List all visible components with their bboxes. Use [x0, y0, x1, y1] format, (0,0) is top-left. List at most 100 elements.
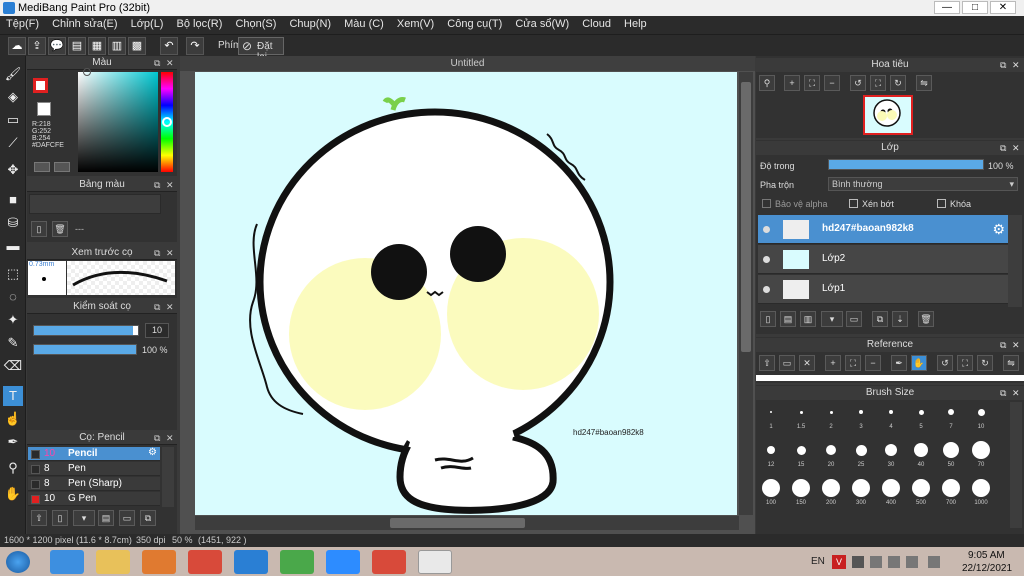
close-icon[interactable]: ✕ [1012, 338, 1020, 352]
move-tool-icon[interactable]: ✥ [3, 160, 23, 180]
popout-icon[interactable]: ⧉ [1000, 141, 1006, 155]
brush-size-scrollbar[interactable] [1010, 402, 1022, 528]
ref-zoom-out-icon[interactable]: − [865, 355, 881, 371]
popout-icon[interactable]: ⧉ [1000, 386, 1006, 400]
chrome-profile-icon[interactable] [372, 550, 406, 574]
brush-size-cell[interactable]: 500 [906, 478, 936, 514]
canvas-tab[interactable]: Untitled [180, 56, 755, 71]
layer-folder-icon[interactable]: ▭ [846, 311, 862, 327]
brush-size-value[interactable]: 10 [145, 323, 169, 338]
file-explorer-icon[interactable] [96, 550, 130, 574]
brush-copy-icon[interactable]: ⧉ [140, 510, 156, 526]
horizontal-scrollbar[interactable] [195, 516, 739, 530]
rotate-left-icon[interactable]: ↺ [850, 75, 866, 91]
bucket-tool-icon[interactable]: ⛁ [3, 213, 23, 233]
brush-opacity-slider[interactable] [33, 344, 137, 355]
reset-button[interactable]: ⊘ Đặt lại [238, 37, 284, 63]
popout-icon[interactable]: ⧉ [154, 300, 160, 314]
menu-tools[interactable]: Công cụ(T) [447, 16, 502, 30]
brush-menu-icon[interactable]: ▾ [73, 510, 95, 526]
app-green-icon[interactable] [280, 550, 314, 574]
gear-icon[interactable]: ⚙ [992, 221, 1005, 238]
medibang-taskbar-icon[interactable] [418, 550, 452, 574]
menu-file[interactable]: Tệp(F) [6, 16, 39, 30]
popout-icon[interactable]: ⧉ [154, 178, 160, 192]
visibility-icon[interactable] [763, 256, 770, 263]
redo-icon[interactable]: ↷ [186, 37, 204, 55]
popout-icon[interactable]: ⧉ [154, 431, 160, 445]
network-icon[interactable] [888, 556, 900, 568]
clock-date[interactable]: 22/12/2021 [962, 563, 1012, 574]
close-reference-icon[interactable]: ✕ [799, 355, 815, 371]
close-icon[interactable]: ✕ [166, 56, 174, 70]
navigator-thumbnail[interactable] [863, 95, 913, 135]
gradient-tool-icon[interactable]: ▬ [3, 236, 23, 256]
new-brush-icon[interactable]: ▯ [52, 510, 68, 526]
select-pen-icon[interactable]: ✎ [3, 333, 23, 353]
brush-size-cell[interactable]: 7 [936, 402, 966, 438]
zoom-fit-icon[interactable]: ⚲ [759, 75, 775, 91]
layer-menu-icon[interactable]: ▾ [821, 311, 843, 327]
visibility-icon[interactable] [763, 286, 770, 293]
lasso-icon[interactable]: ◌ [3, 287, 23, 307]
zoom-app-icon[interactable] [326, 550, 360, 574]
menu-color[interactable]: Màu (C) [344, 16, 384, 30]
eyedropper-icon[interactable]: ⚲ [3, 458, 23, 478]
ref-rotate-left-icon[interactable]: ↺ [937, 355, 953, 371]
foreground-color[interactable] [33, 78, 48, 93]
ref-hand-icon[interactable]: ✋ [911, 355, 927, 371]
merge-layer-icon[interactable]: ⇣ [892, 311, 908, 327]
ref-actual-icon[interactable]: ⛶ [845, 355, 861, 371]
zoom-in-icon[interactable]: + [784, 75, 800, 91]
layer-row[interactable]: hd247#baoan982k8 ⚙ [758, 215, 1008, 244]
brush-list-item[interactable]: 8 Pen (Sharp) [28, 477, 160, 491]
blend-mode-select[interactable]: Bình thường ▾ [828, 177, 1018, 191]
menu-help[interactable]: Help [624, 16, 647, 30]
brush-size-cell[interactable]: 200 [816, 478, 846, 514]
brush-settings-icon[interactable]: ▤ [98, 510, 114, 526]
close-icon[interactable]: ✕ [166, 300, 174, 314]
close-icon[interactable]: ✕ [166, 431, 174, 445]
select-rect-icon[interactable]: ⬚ [3, 264, 23, 284]
add-brush-icon[interactable]: ⇧ [31, 510, 47, 526]
brush-size-cell[interactable]: 1 [756, 402, 786, 438]
brush-folder-icon[interactable]: ▭ [119, 510, 135, 526]
popout-icon[interactable]: ⧉ [1000, 58, 1006, 72]
clock-time[interactable]: 9:05 AM [968, 550, 1005, 561]
start-button[interactable] [6, 551, 30, 573]
popout-icon[interactable]: ⧉ [154, 56, 160, 70]
close-icon[interactable]: ✕ [166, 178, 174, 192]
brush-size-cell[interactable]: 5 [906, 402, 936, 438]
drawing-canvas[interactable]: hd247#baoan982k8 [195, 72, 737, 515]
color-picker-square[interactable] [78, 72, 158, 172]
menu-view[interactable]: Xem(V) [397, 16, 434, 30]
brush-list-item[interactable]: 10 Pencil ⚙ [28, 447, 160, 461]
chat-icon[interactable]: 💬 [48, 37, 66, 55]
open-reference-icon[interactable]: ▭ [779, 355, 795, 371]
line-tool-icon[interactable]: ⟋ [3, 133, 23, 153]
vertical-scrollbar[interactable] [739, 72, 753, 515]
visibility-icon[interactable] [763, 226, 770, 233]
ie-icon[interactable] [50, 550, 84, 574]
close-icon[interactable]: ✕ [1012, 141, 1020, 155]
popout-icon[interactable]: ⧉ [154, 246, 160, 260]
brush-size-cell[interactable]: 25 [846, 440, 876, 476]
tray-misc2-icon[interactable] [928, 556, 940, 568]
layer-opacity-slider[interactable] [828, 159, 984, 170]
duplicate-layer-icon[interactable]: ⧉ [872, 311, 888, 327]
fit-screen-icon[interactable]: ⛶ [870, 75, 886, 91]
operation-tool-icon[interactable]: ☝ [3, 409, 23, 429]
layer-row[interactable]: Lớp1 [758, 275, 1008, 304]
menu-select[interactable]: Chọn(S) [235, 16, 276, 30]
new-layer-1bit-icon[interactable]: ▥ [800, 311, 816, 327]
hand-tool-icon[interactable]: ✋ [3, 484, 23, 504]
zalo-icon[interactable] [234, 550, 268, 574]
text-tool-icon[interactable]: T [3, 386, 23, 406]
tray-misc-icon[interactable] [906, 556, 918, 568]
chrome-icon[interactable] [188, 550, 222, 574]
brush-size-cell[interactable]: 20 [816, 440, 846, 476]
menu-window[interactable]: Cửa sổ(W) [515, 16, 569, 30]
minimize-button[interactable]: — [934, 1, 960, 14]
brush-size-cell[interactable]: 4 [876, 402, 906, 438]
brush-size-cell[interactable]: 150 [786, 478, 816, 514]
